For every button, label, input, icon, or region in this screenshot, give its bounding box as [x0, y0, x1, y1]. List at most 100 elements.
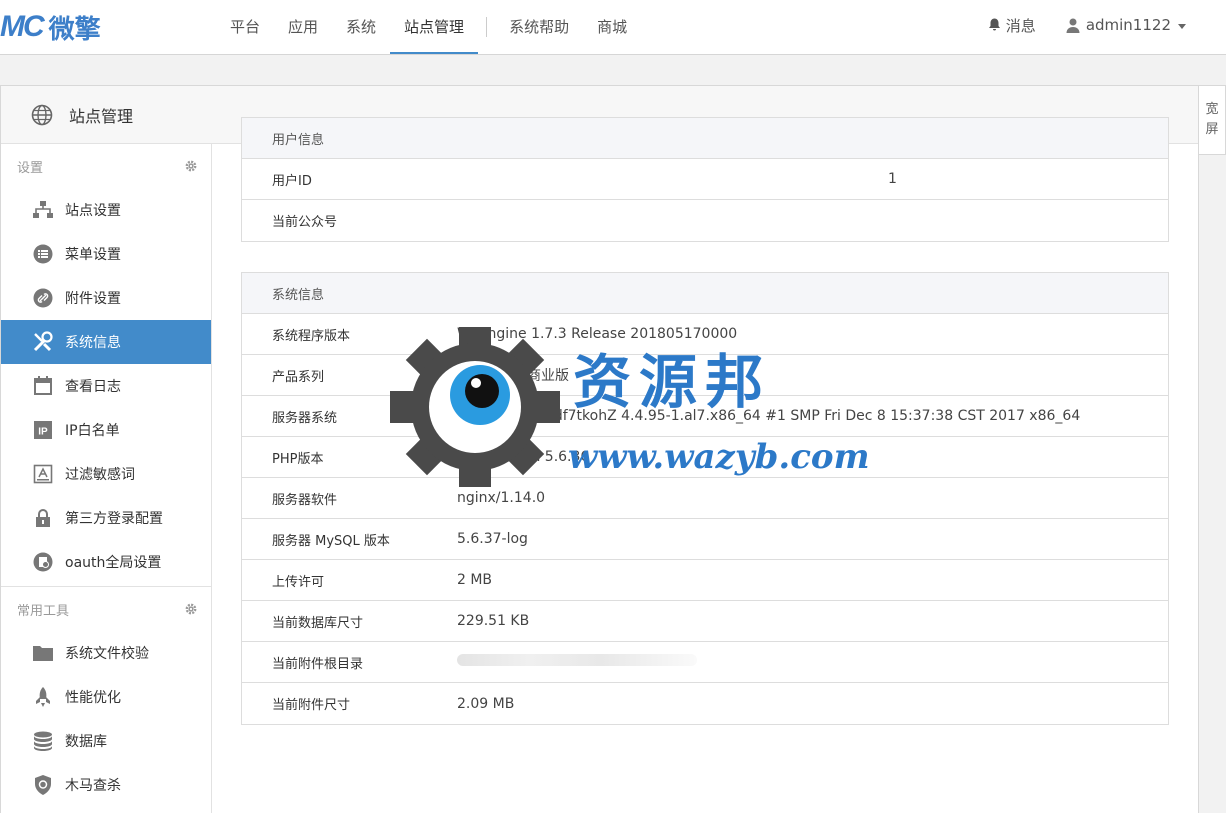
sidebar-item-menu-settings[interactable]: 菜单设置 [1, 232, 211, 276]
globe-icon [31, 104, 53, 125]
user-info-table: 用户信息 用户ID 1 当前公众号 [241, 117, 1169, 242]
row-value: 5.6.37-log [457, 531, 528, 547]
table-row: 当前公众号 [242, 200, 1168, 241]
gear-icon[interactable] [185, 160, 197, 172]
nav-system-help[interactable]: 系统帮助 [495, 0, 583, 54]
table-row: 当前附件尺寸 2.09 MB [242, 683, 1168, 724]
sidebar-item-trojan-scan[interactable]: 木马查杀 [1, 763, 211, 807]
menu-icon [32, 243, 54, 265]
system-info-table: 系统信息 系统程序版本 WeEngine 1.7.3 Release 20180… [241, 272, 1169, 725]
nav-store[interactable]: 商城 [583, 0, 641, 54]
sidebar-item-ip-whitelist[interactable]: IP IP白名单 [1, 408, 211, 452]
row-key: 当前附件根目录 [272, 656, 364, 672]
wrench-icon [32, 331, 54, 353]
sidebar-item-label: 附件设置 [65, 291, 121, 307]
row-value: PHP Version 5.6.36 [457, 449, 590, 465]
nav-platform[interactable]: 平台 [216, 0, 274, 54]
row-key: 当前数据库尺寸 [272, 615, 364, 631]
folder-icon [32, 642, 54, 664]
svg-text:IP: IP [38, 427, 48, 438]
sidebar-item-label: 菜单设置 [65, 247, 121, 263]
sidebar-item-file-check[interactable]: 系统文件校验 [1, 631, 211, 675]
sidebar-group-title: 设置 [17, 160, 44, 176]
sidebar-item-label: IP白名单 [65, 423, 120, 439]
sidebar-item-filter-words[interactable]: 过滤敏感词 [1, 452, 211, 496]
messages-link[interactable]: 消息 [988, 15, 1036, 36]
sidebar-item-label: 木马查杀 [65, 778, 121, 794]
sidebar-group-title: 常用工具 [17, 603, 70, 619]
table-row: 服务器软件 nginx/1.14.0 [242, 478, 1168, 519]
gear-icon[interactable] [185, 603, 197, 615]
row-key: 服务器系统 [272, 410, 338, 426]
row-value: 229.51 KB [457, 613, 530, 629]
row-key: 当前附件尺寸 [272, 698, 351, 713]
rocket-icon [32, 686, 54, 708]
sidebar-item-performance[interactable]: 性能优化 [1, 675, 211, 719]
sidebar-item-third-party-login[interactable]: 第三方登录配置 [1, 496, 211, 540]
sidebar-item-system-info[interactable]: 系统信息 [1, 320, 211, 364]
sidebar-item-label: 系统信息 [65, 335, 121, 351]
sidebar-item-oauth-settings[interactable]: oauth全局设置 [1, 540, 211, 584]
row-value: 2 MB [457, 572, 493, 588]
table-row: 服务器系统 Linux iZtwi7wdf7tkohZ 4.4.95-1.al7… [242, 396, 1168, 437]
user-icon [1066, 18, 1080, 33]
redacted-path [457, 654, 697, 666]
calendar-icon [32, 375, 54, 397]
logo[interactable]: MC 微擎 [0, 9, 101, 45]
row-key: 服务器 MySQL 版本 [272, 533, 390, 549]
row-key: 用户ID [272, 173, 312, 189]
row-value: Linux iZtwi7wdf7tkohZ 4.4.95-1.al7.x86_6… [457, 408, 1081, 424]
top-right-menu: 消息 admin1122 [958, 0, 1186, 50]
top-navbar: MC 微擎 平台 应用 系统 站点管理 系统帮助 商城 消息 admin1122 [0, 0, 1226, 55]
table-row: 当前附件根目录 [242, 642, 1168, 683]
system-info-title: 系统信息 [242, 273, 1168, 314]
sidebar-item-label: 站点设置 [65, 203, 121, 219]
nav-apps[interactable]: 应用 [274, 0, 332, 54]
username: admin1122 [1085, 16, 1171, 34]
sidebar-item-label: 过滤敏感词 [65, 467, 135, 483]
page-title: 站点管理 [69, 106, 134, 126]
table-row: 当前数据库尺寸 229.51 KB [242, 601, 1168, 642]
user-info-title: 用户信息 [242, 118, 1168, 159]
oauth-icon [32, 551, 54, 573]
sidebar-group-settings: 设置 [1, 144, 211, 188]
row-key: 产品系列 [272, 369, 325, 385]
table-row: 产品系列 您的产品是商业版 [242, 355, 1168, 396]
row-key: PHP版本 [272, 451, 324, 467]
row-value: nginx/1.14.0 [457, 490, 546, 506]
nav-divider [486, 17, 488, 37]
row-key: 服务器软件 [272, 492, 338, 508]
table-row: PHP版本 PHP Version 5.6.36 [242, 437, 1168, 478]
main-nav: 平台 应用 系统 站点管理 系统帮助 商城 [216, 0, 641, 54]
sidebar-item-attachment-settings[interactable]: 附件设置 [1, 276, 211, 320]
shield-icon [32, 774, 54, 796]
ip-icon: IP [32, 419, 54, 441]
lock-icon [32, 507, 54, 529]
row-value: WeEngine 1.7.3 Release 201805170000 [457, 326, 738, 342]
sidebar-item-database[interactable]: 数据库 [1, 719, 211, 763]
row-key: 当前公众号 [272, 215, 338, 230]
table-row: 上传许可 2 MB [242, 560, 1168, 601]
sidebar-item-label: 查看日志 [65, 379, 121, 395]
nav-system[interactable]: 系统 [332, 0, 390, 54]
sitemap-icon [32, 199, 54, 221]
sidebar-item-label: 性能优化 [65, 690, 121, 706]
filter-word-icon [32, 463, 54, 485]
sidebar-item-label: 数据库 [65, 734, 107, 750]
attachment-icon [32, 287, 54, 309]
user-menu[interactable]: admin1122 [1066, 16, 1186, 34]
row-value: 2.09 MB [457, 695, 515, 712]
database-icon [32, 730, 54, 752]
wide-label-1: 宽 [1205, 102, 1219, 117]
table-row: 用户ID 1 [242, 159, 1168, 200]
main-content: 用户信息 用户ID 1 当前公众号 系统信息 系统程序版本 WeEngine 1… [241, 117, 1169, 755]
row-value: 1 [888, 171, 897, 187]
row-key: 系统程序版本 [272, 328, 351, 344]
sidebar-item-label: 第三方登录配置 [65, 511, 163, 527]
sidebar-item-view-logs[interactable]: 查看日志 [1, 364, 211, 408]
nav-site-management[interactable]: 站点管理 [390, 0, 479, 54]
sidebar-group-tools: 常用工具 [1, 587, 211, 631]
wide-screen-toggle[interactable]: 宽 屏 [1199, 85, 1226, 155]
bell-icon [988, 18, 1000, 31]
sidebar-item-site-settings[interactable]: 站点设置 [1, 188, 211, 232]
